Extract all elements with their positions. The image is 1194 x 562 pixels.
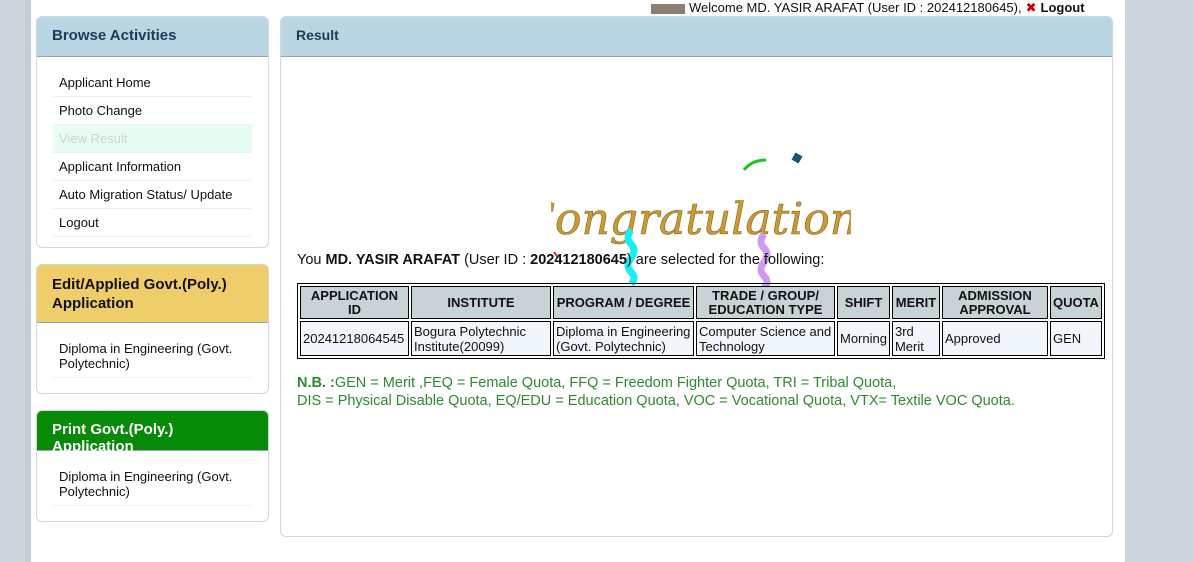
edit-application-panel: Edit/Applied Govt.(Poly.) Application Di…	[36, 264, 269, 394]
applicant-name: MD. YASIR ARAFAT	[325, 252, 461, 268]
cell-shift: Morning	[837, 321, 890, 356]
nb-line-1: GEN = Merit ,FEQ = Female Quota, FFQ = F…	[334, 375, 897, 391]
congratulations-text: Congratulations	[551, 194, 851, 245]
cell-program: Diploma in Engineering (Govt. Polytechni…	[553, 321, 694, 356]
nb-line-2: DIS = Physical Disable Quota, EQ/EDU = E…	[297, 393, 1015, 409]
result-panel: Result Congratulations You MD. YASIR ARA…	[280, 16, 1113, 537]
cell-institute: Bogura Polytechnic Institute(20099)	[411, 321, 551, 356]
print-application-panel: Print Govt.(Poly.) Application Diploma i…	[36, 410, 269, 522]
congratulations-banner: Congratulations	[551, 152, 851, 291]
table-header-row: APPLICATION ID INSTITUTE PROGRAM / DEGRE…	[300, 286, 1102, 319]
panel-title: Result	[281, 17, 1112, 57]
menu-auto-migration[interactable]: Auto Migration Status/ Update	[53, 181, 252, 209]
cell-merit: 3rd Merit	[891, 321, 940, 356]
cell-application-id: 20241218064545	[300, 321, 409, 356]
logout-icon: ✖	[1025, 0, 1037, 15]
print-diploma-link[interactable]: Diploma in Engineering (Govt. Polytechni…	[53, 463, 252, 506]
edit-diploma-link[interactable]: Diploma in Engineering (Govt. Polytechni…	[53, 335, 252, 378]
menu-logout[interactable]: Logout	[53, 209, 252, 237]
sentence-text: ) are selected for the following:	[626, 252, 825, 268]
menu-view-result[interactable]: View Result	[53, 125, 252, 153]
col-merit: MERIT	[891, 286, 940, 319]
welcome-bar: Welcome MD. YASIR ARAFAT (User ID : 2024…	[651, 1, 1085, 15]
nb-label: N.B. :	[297, 375, 335, 391]
panel-title: Print Govt.(Poly.) Application	[37, 411, 268, 455]
panel-title: Browse Activities	[37, 17, 268, 57]
menu-applicant-information[interactable]: Applicant Information	[53, 153, 252, 181]
col-shift: SHIFT	[837, 286, 890, 319]
cell-quota: GEN	[1049, 321, 1102, 356]
logout-link[interactable]: Logout	[1041, 0, 1085, 15]
menu-applicant-home[interactable]: Applicant Home	[53, 69, 252, 97]
selection-sentence: You MD. YASIR ARAFAT (User ID : 20241218…	[297, 252, 824, 268]
welcome-text: Welcome MD. YASIR ARAFAT (User ID : 2024…	[689, 0, 1022, 15]
page-content: Welcome MD. YASIR ARAFAT (User ID : 2024…	[25, 0, 1125, 562]
quota-note: N.B. :GEN = Merit ,FEQ = Female Quota, F…	[297, 374, 1015, 410]
col-quota: QUOTA	[1049, 286, 1102, 319]
menu-photo-change[interactable]: Photo Change	[53, 97, 252, 125]
table-row: 20241218064545 Bogura Polytechnic Instit…	[300, 321, 1102, 356]
col-application-id: APPLICATION ID	[300, 286, 409, 319]
sentence-text: You	[297, 252, 326, 268]
user-id: 202412180645	[530, 252, 627, 268]
cell-trade: Computer Science and Technology	[696, 321, 835, 356]
col-trade: TRADE / GROUP/ EDUCATION TYPE	[696, 286, 835, 319]
user-photo	[651, 3, 685, 14]
col-admission-approval: ADMISSION APPROVAL	[941, 286, 1048, 319]
cell-admission-approval: Approved	[941, 321, 1048, 356]
panel-title: Edit/Applied Govt.(Poly.) Application	[37, 265, 268, 323]
sentence-text: (User ID :	[460, 252, 531, 268]
col-institute: INSTITUTE	[411, 286, 551, 319]
browse-activities-panel: Browse Activities Applicant Home Photo C…	[36, 16, 269, 248]
col-program: PROGRAM / DEGREE	[553, 286, 694, 319]
result-table: APPLICATION ID INSTITUTE PROGRAM / DEGRE…	[297, 283, 1105, 359]
